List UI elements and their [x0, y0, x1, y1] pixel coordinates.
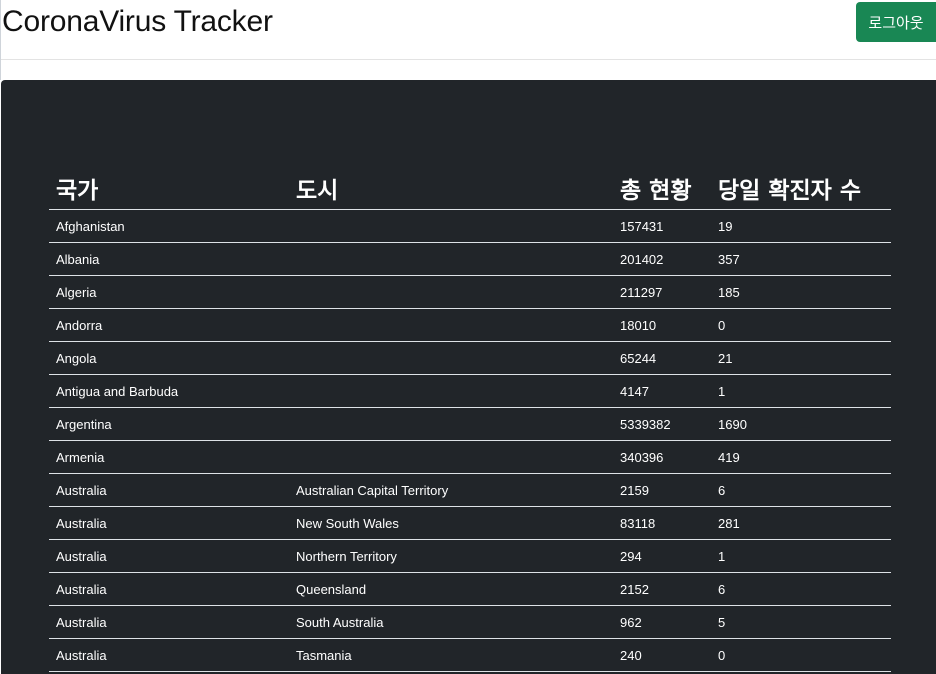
cell-city [289, 407, 613, 441]
cell-country: Australia [49, 572, 289, 606]
cell-daily: 5 [711, 605, 891, 639]
cell-country: Afghanistan [49, 209, 289, 243]
cell-city: Tasmania [289, 638, 613, 672]
cell-country: Australia [49, 506, 289, 540]
cell-country: Australia [49, 473, 289, 507]
tracker-panel: 국가 도시 총 현황 당일 확진자 수 Afghanistan 157431 1… [1, 80, 936, 674]
app-title: CoronaVirus Tracker [2, 5, 273, 38]
column-header-daily: 당일 확진자 수 [711, 166, 891, 210]
table-row: Australia Queensland 2152 6 [49, 572, 891, 606]
cell-city [289, 341, 613, 375]
table-header-row: 국가 도시 총 현황 당일 확진자 수 [49, 166, 891, 210]
cell-city: South Australia [289, 605, 613, 639]
cell-country: Albania [49, 242, 289, 276]
cell-daily: 1 [711, 539, 891, 573]
cell-city [289, 275, 613, 309]
tracker-table: 국가 도시 총 현황 당일 확진자 수 Afghanistan 157431 1… [49, 166, 891, 672]
cell-country: Algeria [49, 275, 289, 309]
cell-daily: 419 [711, 440, 891, 474]
cell-country: Andorra [49, 308, 289, 342]
left-edge-divider [0, 0, 1, 80]
cell-daily: 6 [711, 572, 891, 606]
cell-total: 240 [613, 638, 711, 672]
logout-button[interactable]: 로그아웃 [856, 2, 936, 42]
cell-country: Angola [49, 341, 289, 375]
cell-total: 201402 [613, 242, 711, 276]
table-row: Afghanistan 157431 19 [49, 209, 891, 243]
cell-total: 962 [613, 605, 711, 639]
cell-daily: 21 [711, 341, 891, 375]
cell-city: Northern Territory [289, 539, 613, 573]
cell-country: Australia [49, 638, 289, 672]
table-row: Albania 201402 357 [49, 242, 891, 276]
cell-country: Australia [49, 539, 289, 573]
table-row: Australia Northern Territory 294 1 [49, 539, 891, 573]
table-row: Angola 65244 21 [49, 341, 891, 375]
cell-daily: 0 [711, 308, 891, 342]
page: CoronaVirus Tracker 로그아웃 국가 도시 총 현황 당일 확… [0, 0, 936, 674]
cell-total: 2152 [613, 572, 711, 606]
table-row: Algeria 211297 185 [49, 275, 891, 309]
cell-city [289, 242, 613, 276]
header-bar: CoronaVirus Tracker 로그아웃 [0, 0, 936, 60]
cell-city [289, 440, 613, 474]
table-row: Argentina 5339382 1690 [49, 407, 891, 441]
cell-daily: 1690 [711, 407, 891, 441]
cell-city: Queensland [289, 572, 613, 606]
column-header-city: 도시 [289, 166, 613, 210]
cell-total: 18010 [613, 308, 711, 342]
cell-total: 83118 [613, 506, 711, 540]
cell-total: 294 [613, 539, 711, 573]
cell-daily: 185 [711, 275, 891, 309]
column-header-total: 총 현황 [613, 166, 711, 210]
cell-country: Antigua and Barbuda [49, 374, 289, 408]
table-row: Australia South Australia 962 5 [49, 605, 891, 639]
cell-country: Argentina [49, 407, 289, 441]
cell-daily: 6 [711, 473, 891, 507]
cell-total: 340396 [613, 440, 711, 474]
cell-daily: 19 [711, 209, 891, 243]
cell-city: New South Wales [289, 506, 613, 540]
cell-total: 157431 [613, 209, 711, 243]
cell-city [289, 209, 613, 243]
cell-total: 2159 [613, 473, 711, 507]
cell-daily: 1 [711, 374, 891, 408]
table-row: Australia Tasmania 240 0 [49, 638, 891, 672]
table-row: Andorra 18010 0 [49, 308, 891, 342]
cell-country: Australia [49, 605, 289, 639]
cell-city [289, 374, 613, 408]
cell-city [289, 308, 613, 342]
cell-total: 5339382 [613, 407, 711, 441]
table-row: Australia New South Wales 83118 281 [49, 506, 891, 540]
cell-daily: 281 [711, 506, 891, 540]
cell-daily: 357 [711, 242, 891, 276]
cell-total: 65244 [613, 341, 711, 375]
table-row: Armenia 340396 419 [49, 440, 891, 474]
cell-total: 4147 [613, 374, 711, 408]
cell-total: 211297 [613, 275, 711, 309]
table-row: Australia Australian Capital Territory 2… [49, 473, 891, 507]
cell-daily: 0 [711, 638, 891, 672]
cell-country: Armenia [49, 440, 289, 474]
table-row: Antigua and Barbuda 4147 1 [49, 374, 891, 408]
column-header-country: 국가 [49, 166, 289, 210]
cell-city: Australian Capital Territory [289, 473, 613, 507]
